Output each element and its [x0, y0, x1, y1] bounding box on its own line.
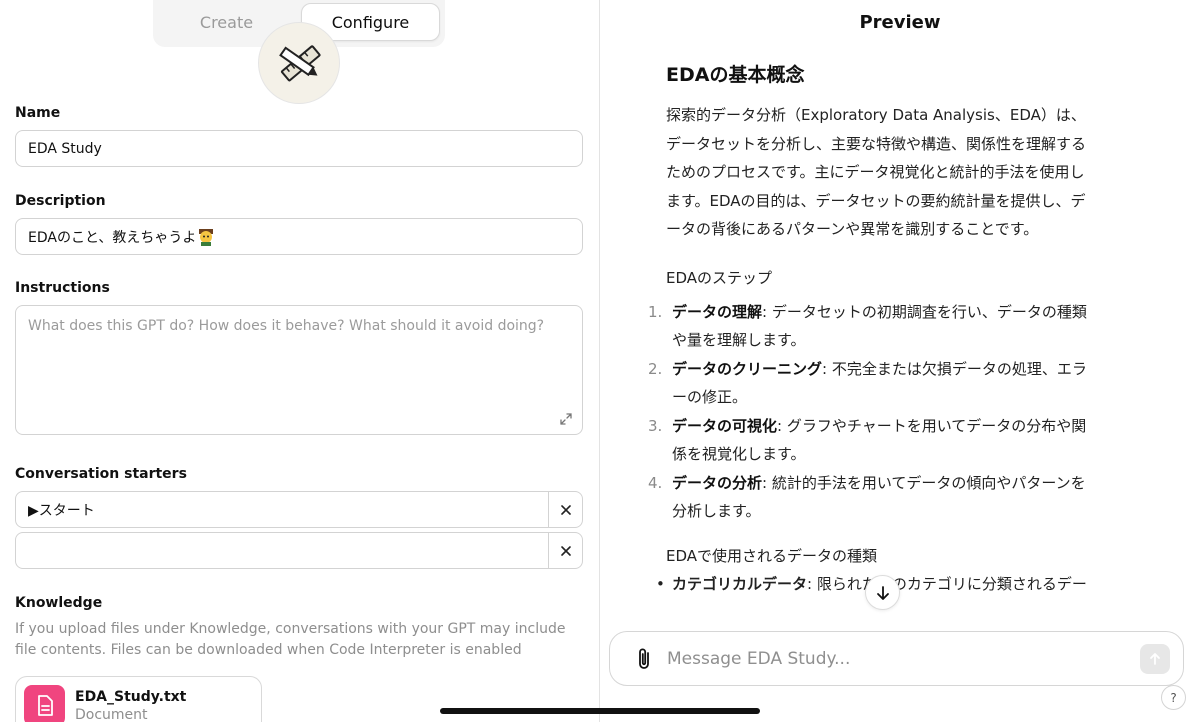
name-label: Name: [15, 105, 61, 121]
close-icon: [560, 545, 571, 556]
description-label: Description: [15, 193, 106, 209]
instructions-input[interactable]: What does this GPT do? How does it behav…: [15, 305, 583, 435]
conversation-starters-label: Conversation starters: [15, 466, 187, 482]
instructions-label: Instructions: [15, 280, 110, 296]
bullet-title: カテゴリカルデータ: [672, 574, 808, 593]
steps-title: EDAのステップ: [666, 268, 773, 287]
expand-icon[interactable]: [559, 412, 573, 426]
bullet-dot: •: [656, 574, 665, 593]
starter-input[interactable]: [16, 533, 548, 568]
help-button[interactable]: ?: [1161, 685, 1186, 710]
close-icon: [560, 504, 571, 515]
remove-starter-button[interactable]: [548, 533, 582, 568]
step-title: データの理解: [672, 302, 763, 321]
list-number: 3.: [648, 416, 663, 435]
list-item: 2. データのクリーニング: 不完全または欠損データの処理、エラーの修正。: [648, 355, 1096, 412]
file-name: EDA_Study.txt: [75, 689, 187, 705]
knowledge-file[interactable]: EDA_Study.txt Document: [15, 676, 262, 722]
list-item: 1. データの理解: データセットの初期調査を行い、データの種類や量を理解します…: [648, 298, 1096, 355]
description-input[interactable]: EDAのこと、教えちゃうよ: [15, 218, 583, 255]
list-number: 4.: [648, 473, 663, 492]
teacher-emoji-icon: [199, 228, 214, 246]
preview-title: Preview: [859, 12, 941, 33]
step-title: データの分析: [672, 473, 763, 492]
description-text: EDAのこと、教えちゃうよ: [28, 229, 197, 246]
message-composer: Message EDA Study...: [609, 631, 1184, 686]
configure-panel: Create Configure Name EDA Study Descript…: [0, 0, 600, 722]
instructions-placeholder: What does this GPT do? How does it behav…: [28, 318, 545, 334]
file-type: Document: [75, 707, 148, 722]
bullet-text: : 限られた数のカテゴリに分類されるデー: [807, 574, 1087, 593]
chat-message: EDAの基本概念 探索的データ分析（Exploratory Data Analy…: [648, 56, 1096, 598]
starter-row: [15, 532, 583, 569]
arrow-down-icon: [876, 585, 889, 600]
steps-list: 1. データの理解: データセットの初期調査を行い、データの種類や量を理解します…: [648, 298, 1096, 526]
knowledge-label: Knowledge: [15, 595, 103, 611]
starter-row: ▶︎スタート: [15, 491, 583, 528]
paperclip-icon: [639, 648, 649, 669]
attach-button[interactable]: [624, 639, 664, 679]
home-indicator: [440, 708, 760, 714]
list-number: 2.: [648, 359, 663, 378]
message-heading: EDAの基本概念: [666, 64, 805, 86]
knowledge-description: If you upload files under Knowledge, con…: [15, 621, 566, 658]
list-number: 1.: [648, 302, 663, 321]
pencil-ruler-icon: [279, 45, 321, 82]
step-title: データの可視化: [672, 416, 778, 435]
name-input[interactable]: EDA Study: [15, 130, 583, 167]
gpt-avatar[interactable]: [258, 22, 340, 104]
message-input[interactable]: Message EDA Study...: [667, 649, 1140, 669]
list-item: 3. データの可視化: グラフやチャートを用いてデータの分布や関係を視覚化します…: [648, 412, 1096, 469]
message-paragraph: 探索的データ分析（Exploratory Data Analysis、EDA）は…: [666, 106, 1087, 238]
starter-input[interactable]: ▶︎スタート: [16, 492, 548, 527]
step-title: データのクリーニング: [672, 359, 823, 378]
document-icon: [24, 685, 65, 722]
remove-starter-button[interactable]: [548, 492, 582, 527]
send-button[interactable]: [1140, 643, 1170, 674]
arrow-up-icon: [1150, 652, 1160, 665]
types-title: EDAで使用されるデータの種類: [666, 546, 878, 565]
preview-panel: Preview EDAの基本概念 探索的データ分析（Exploratory Da…: [600, 0, 1200, 722]
list-item: 4. データの分析: 統計的手法を用いてデータの傾向やパターンを分析します。: [648, 469, 1096, 526]
scroll-to-bottom-button[interactable]: [865, 575, 900, 610]
